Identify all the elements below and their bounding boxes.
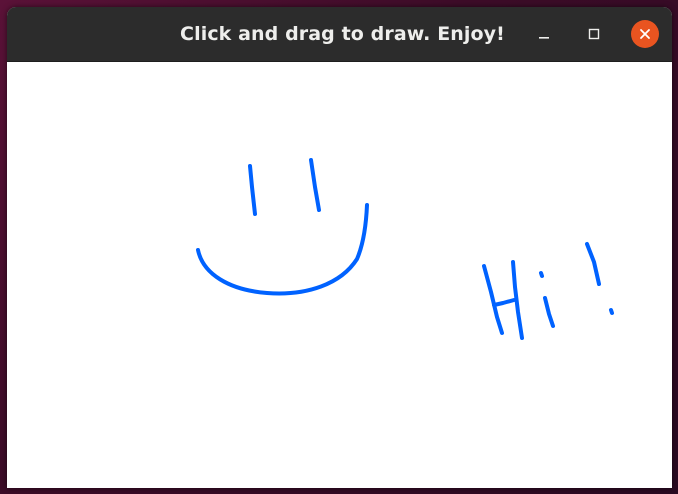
drawn-stroke-i-dot — [539, 271, 544, 278]
maximize-icon — [588, 28, 600, 40]
drawn-stroke-left-eye — [248, 164, 257, 216]
drawn-stroke-mouth — [196, 203, 369, 296]
drawn-stroke-h-left — [482, 264, 504, 335]
drawing-surface — [196, 158, 614, 340]
drawn-stroke-h-crossbar — [492, 298, 516, 307]
drawing-canvas[interactable] — [7, 62, 672, 488]
close-icon — [640, 29, 650, 39]
minimize-button[interactable] — [530, 20, 558, 48]
drawn-stroke-i-stem — [543, 296, 555, 328]
minimize-icon — [539, 37, 549, 39]
drawn-stroke-right-eye — [309, 158, 321, 212]
maximize-button[interactable] — [580, 20, 608, 48]
drawn-stroke-exclamation-dot — [609, 308, 614, 315]
app-window: Click and drag to draw. Enjoy! — [7, 7, 672, 488]
title-bar[interactable]: Click and drag to draw. Enjoy! — [7, 7, 672, 62]
window-title: Click and drag to draw. Enjoy! — [180, 23, 505, 45]
close-button[interactable] — [631, 20, 659, 48]
drawn-stroke-exclamation-stem — [585, 242, 601, 286]
